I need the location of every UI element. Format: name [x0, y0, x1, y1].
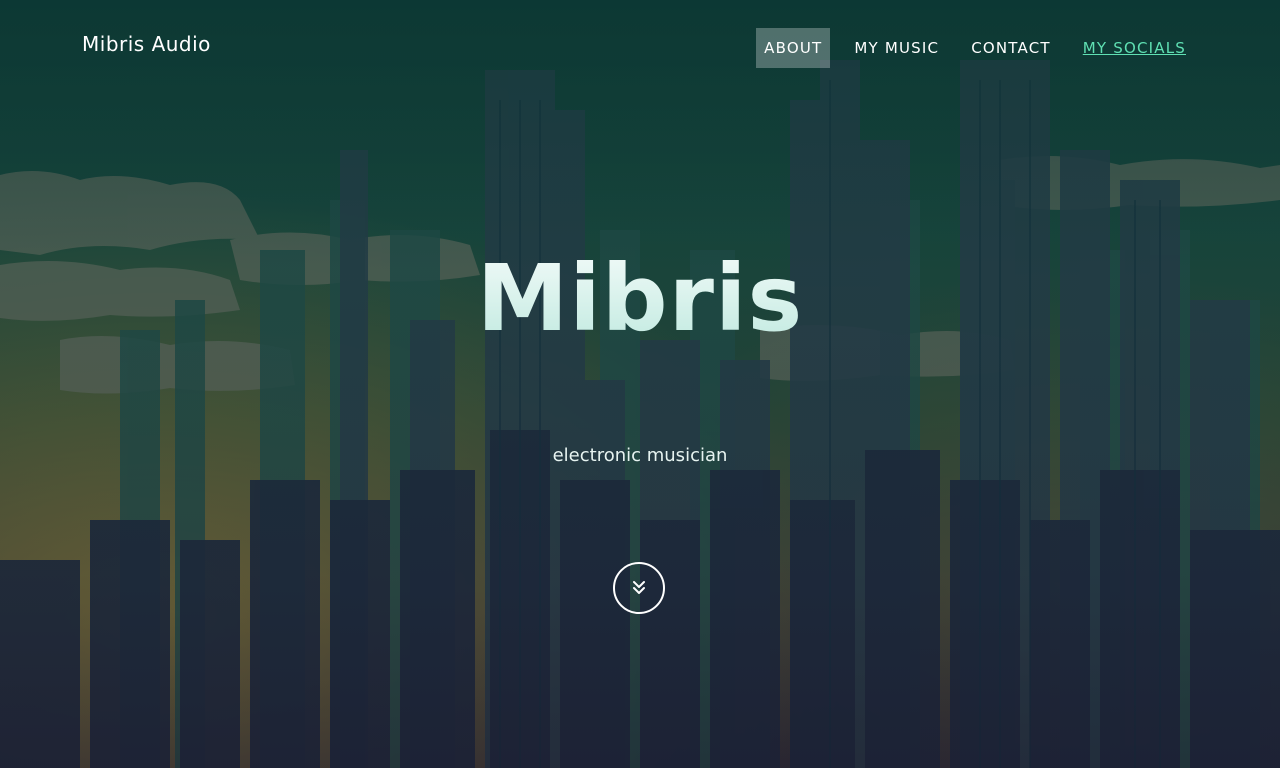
- hero-title: Mibris: [0, 245, 1280, 352]
- hero-section: Mibris Audio ABOUT MY MUSIC CONTACT MY S…: [0, 0, 1280, 768]
- double-chevron-down-icon: [633, 581, 645, 594]
- nav-link-about[interactable]: ABOUT: [756, 28, 831, 68]
- navbar: Mibris Audio ABOUT MY MUSIC CONTACT MY S…: [0, 0, 1280, 96]
- brand-logo-link[interactable]: Mibris Audio: [82, 32, 211, 56]
- scroll-down-button[interactable]: [613, 562, 665, 614]
- nav-link-contact[interactable]: CONTACT: [963, 28, 1059, 68]
- nav-link-my-music[interactable]: MY MUSIC: [846, 28, 947, 68]
- nav-links: ABOUT MY MUSIC CONTACT MY SOCIALS: [748, 28, 1194, 68]
- background-overlay: [0, 0, 1280, 768]
- hero-subtitle: electronic musician: [552, 445, 728, 466]
- nav-link-my-socials[interactable]: MY SOCIALS: [1075, 28, 1194, 68]
